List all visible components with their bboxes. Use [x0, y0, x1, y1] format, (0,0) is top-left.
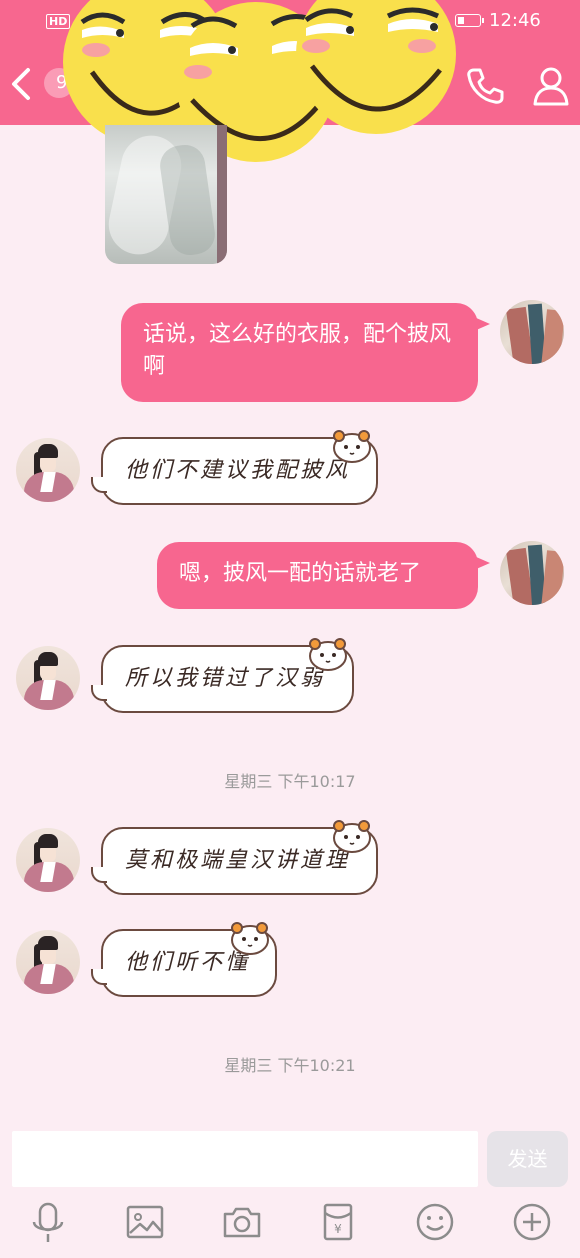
status-time: 12:46	[489, 10, 541, 31]
red-packet-icon[interactable]: ¥	[316, 1200, 360, 1244]
profile-icon[interactable]	[528, 62, 574, 108]
contact-avatar[interactable]	[16, 828, 80, 892]
message-timestamp: 星期三 下午10:21	[224, 1056, 356, 1075]
self-avatar[interactable]	[500, 541, 564, 605]
self-avatar[interactable]	[500, 300, 564, 364]
voice-icon[interactable]	[26, 1200, 70, 1244]
contact-avatar[interactable]	[16, 646, 80, 710]
hamster-bubble-decoration-icon	[231, 922, 269, 955]
plus-icon[interactable]	[510, 1200, 554, 1244]
image-icon[interactable]	[123, 1200, 167, 1244]
sent-message-bubble[interactable]: 嗯，披风一配的话就老了	[157, 542, 490, 609]
contact-avatar[interactable]	[16, 930, 80, 994]
message-text: 他们不建议我配披风	[125, 458, 351, 483]
svg-text:¥: ¥	[334, 1222, 342, 1236]
send-button[interactable]: 发送	[487, 1131, 568, 1187]
message-input[interactable]	[12, 1131, 478, 1187]
message-text: 所以我错过了汉弱	[125, 666, 326, 691]
contact-avatar[interactable]	[16, 438, 80, 502]
smirk-emoji-sticker-right	[296, 0, 456, 134]
image-message[interactable]	[105, 125, 227, 264]
phone-call-icon[interactable]	[462, 64, 506, 108]
sent-message-bubble[interactable]: 话说，这么好的衣服，配个披风啊	[121, 303, 490, 402]
message-text: 话说，这么好的衣服，配个披风啊	[143, 322, 452, 379]
camera-icon[interactable]	[220, 1200, 264, 1244]
message-timestamp: 星期三 下午10:17	[224, 772, 356, 791]
hamster-bubble-decoration-icon	[333, 820, 371, 853]
message-text: 莫和极端皇汉讲道理	[125, 848, 351, 873]
message-text: 嗯，披风一配的话就老了	[179, 561, 422, 586]
back-arrow-icon[interactable]	[4, 64, 44, 104]
emoji-icon[interactable]	[413, 1200, 457, 1244]
hamster-bubble-decoration-icon	[309, 638, 347, 671]
hamster-bubble-decoration-icon	[333, 430, 371, 463]
